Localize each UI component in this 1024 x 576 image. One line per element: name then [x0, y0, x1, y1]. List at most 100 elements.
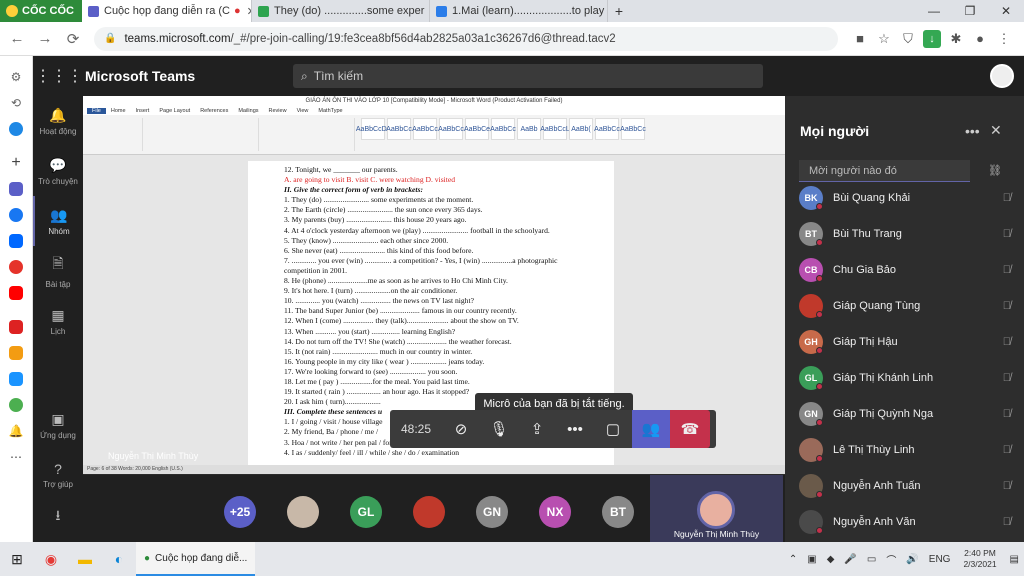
- nav-teams[interactable]: 👥 Nhóm: [33, 196, 83, 246]
- menu-dots-icon[interactable]: ⋮: [992, 31, 1016, 47]
- link-icon[interactable]: ⛓: [988, 164, 1002, 177]
- tray-app-icon[interactable]: ◆: [827, 554, 835, 565]
- mic-icon[interactable]: 🎤: [844, 554, 856, 565]
- participant-row[interactable]: Nguyễn Anh Văn 🎙̸: [799, 504, 1015, 540]
- nav-apps[interactable]: ▣ Ứng dụng: [33, 400, 83, 450]
- gallery-avatar[interactable]: GN: [476, 496, 508, 528]
- shopee-icon[interactable]: [0, 254, 32, 280]
- forward-icon[interactable]: →: [34, 30, 56, 47]
- messenger-icon[interactable]: [0, 116, 32, 142]
- mic-muted-icon[interactable]: 🎙̸: [1003, 228, 1011, 240]
- participants-icon[interactable]: 👥: [632, 410, 670, 448]
- restore-icon[interactable]: ❐: [952, 4, 988, 18]
- edge-icon[interactable]: ◐: [102, 542, 136, 576]
- doc-line: 5. They (know) ........................ …: [284, 235, 449, 245]
- download-icon[interactable]: ↓: [923, 29, 941, 48]
- tray-chevron-icon[interactable]: ⌃: [789, 554, 797, 565]
- mic-muted-icon[interactable]: 🎙̸: [1003, 264, 1011, 276]
- mic-muted-icon[interactable]: 🎙̸: [1003, 408, 1011, 420]
- star-icon[interactable]: ☆: [872, 31, 896, 47]
- mic-muted-icon[interactable]: 🎙̸: [1003, 444, 1011, 456]
- close-icon[interactable]: ✕: [990, 122, 1002, 139]
- participant-row[interactable]: GH Giáp Thị Hậu 🎙̸: [799, 324, 1015, 360]
- participant-row[interactable]: CB Chu Gia Bảo 🎙̸: [799, 252, 1015, 288]
- app-launcher-icon[interactable]: ⋮⋮⋮: [33, 66, 85, 86]
- bell-icon[interactable]: 🔔: [0, 418, 32, 444]
- participant-row[interactable]: Nguyễn Anh Tuấn 🎙̸: [799, 468, 1015, 504]
- language-indicator[interactable]: ENG: [929, 554, 951, 565]
- mic-muted-icon[interactable]: 🎙̸: [1003, 300, 1011, 312]
- participant-row[interactable]: Lê Thị Thùy Linh 🎙̸: [799, 432, 1015, 468]
- new-tab-button[interactable]: +: [608, 3, 630, 19]
- user-avatar[interactable]: [990, 64, 1014, 88]
- tab-mai-learn[interactable]: 1.Mai (learn)...................to play✕: [430, 0, 608, 22]
- nav-calendar[interactable]: ▦ Lịch: [33, 296, 83, 346]
- mic-muted-icon[interactable]: 🎙̸: [1003, 480, 1011, 492]
- shield-icon[interactable]: ⛉: [896, 31, 920, 47]
- extension-icon[interactable]: [0, 392, 32, 418]
- participant-row[interactable]: BK Bùi Quang Khải 🎙̸: [799, 180, 1015, 216]
- more-actions-icon[interactable]: •••: [556, 410, 594, 448]
- youtube-icon[interactable]: [0, 280, 32, 306]
- tray-app-icon[interactable]: ▣: [807, 554, 816, 565]
- hang-up-icon[interactable]: ☎: [670, 410, 710, 448]
- gallery-avatar[interactable]: [287, 496, 319, 528]
- minimize-icon[interactable]: —: [916, 4, 952, 18]
- participant-row[interactable]: BT Bùi Thu Trang 🎙̸: [799, 216, 1015, 252]
- invite-input[interactable]: Mời người nào đó: [799, 160, 970, 182]
- windows-start-icon[interactable]: ⊞: [0, 542, 34, 576]
- history-icon[interactable]: ⟲: [0, 90, 32, 116]
- profile-icon[interactable]: ●: [968, 31, 992, 46]
- browser-brand[interactable]: CỐC CỐC: [0, 0, 82, 22]
- file-explorer-icon[interactable]: ▬: [68, 542, 102, 576]
- mic-muted-icon[interactable]: 🎙̸: [1003, 192, 1011, 204]
- network-icon[interactable]: ⌒: [886, 552, 896, 567]
- notifications-icon[interactable]: ▤: [1010, 554, 1019, 565]
- gallery-avatar[interactable]: BT: [602, 496, 634, 528]
- mic-muted-icon[interactable]: 🎙̸: [1003, 516, 1011, 528]
- add-icon[interactable]: +: [0, 150, 32, 176]
- teams-app-icon[interactable]: [0, 176, 32, 202]
- volume-icon[interactable]: 🔊: [906, 554, 918, 565]
- overflow-count[interactable]: +25: [224, 496, 256, 528]
- nav-assignments[interactable]: 🗎 Bài tập: [33, 246, 83, 296]
- taskbar-app-meeting[interactable]: ● Cuộc họp đang diễ...: [136, 542, 256, 576]
- extensions-icon[interactable]: ✱: [944, 31, 968, 47]
- nav-chat[interactable]: 💬 Trò chuyện: [33, 146, 83, 196]
- vtv-icon[interactable]: [0, 314, 32, 340]
- battery-icon[interactable]: ▭: [867, 554, 876, 565]
- back-icon[interactable]: ←: [6, 30, 28, 47]
- tab-they-do[interactable]: They (do) ..............some exper✕: [252, 0, 430, 22]
- facebook-icon[interactable]: [0, 202, 32, 228]
- tiki-icon[interactable]: [0, 366, 32, 392]
- self-video-tile[interactable]: Nguyễn Thị Minh Thùy: [650, 475, 783, 542]
- gallery-avatar[interactable]: NX: [539, 496, 571, 528]
- mic-muted-icon[interactable]: 🎙̸: [1003, 336, 1011, 348]
- participant-row[interactable]: GL Giáp Thị Khánh Linh 🎙̸: [799, 360, 1015, 396]
- chat-icon[interactable]: ▢: [594, 410, 632, 448]
- camera-off-icon[interactable]: ⊘: [442, 410, 480, 448]
- settings-icon[interactable]: ⚙: [0, 64, 32, 90]
- search-input[interactable]: ⌕ Tìm kiếm: [293, 64, 763, 88]
- mic-muted-icon[interactable]: 🎙̸: [1003, 372, 1011, 384]
- close-window-icon[interactable]: ✕: [988, 4, 1024, 18]
- nav-help[interactable]: ? Trợ giúp: [33, 450, 83, 500]
- url-field[interactable]: 🔒 teams.microsoft.com/_#/pre-join-calling…: [94, 26, 838, 51]
- zalo-icon[interactable]: [0, 228, 32, 254]
- gallery-avatar[interactable]: [413, 496, 445, 528]
- share-screen-icon[interactable]: ⇪: [518, 410, 556, 448]
- nav-download[interactable]: ⭳: [33, 500, 83, 536]
- participant-row[interactable]: GN Giáp Thị Quỳnh Nga 🎙̸: [799, 396, 1015, 432]
- reload-icon[interactable]: ⟳: [62, 30, 84, 48]
- more-options-icon[interactable]: •••: [965, 123, 980, 139]
- game-icon[interactable]: [0, 340, 32, 366]
- tab-meeting[interactable]: Cuộc họp đang diễn ra (C●✕: [82, 0, 252, 22]
- chrome-icon[interactable]: ◉: [34, 542, 68, 576]
- mic-off-icon[interactable]: 🎙: [480, 410, 518, 448]
- participant-row[interactable]: Giáp Quang Tùng 🎙̸: [799, 288, 1015, 324]
- nav-activity[interactable]: 🔔 Hoạt động: [33, 96, 83, 146]
- camera-icon[interactable]: ■: [848, 31, 872, 46]
- clock[interactable]: 2:40 PM 2/3/2021: [963, 548, 996, 570]
- gallery-avatar[interactable]: GL: [350, 496, 382, 528]
- more-icon[interactable]: ⋯: [0, 444, 32, 470]
